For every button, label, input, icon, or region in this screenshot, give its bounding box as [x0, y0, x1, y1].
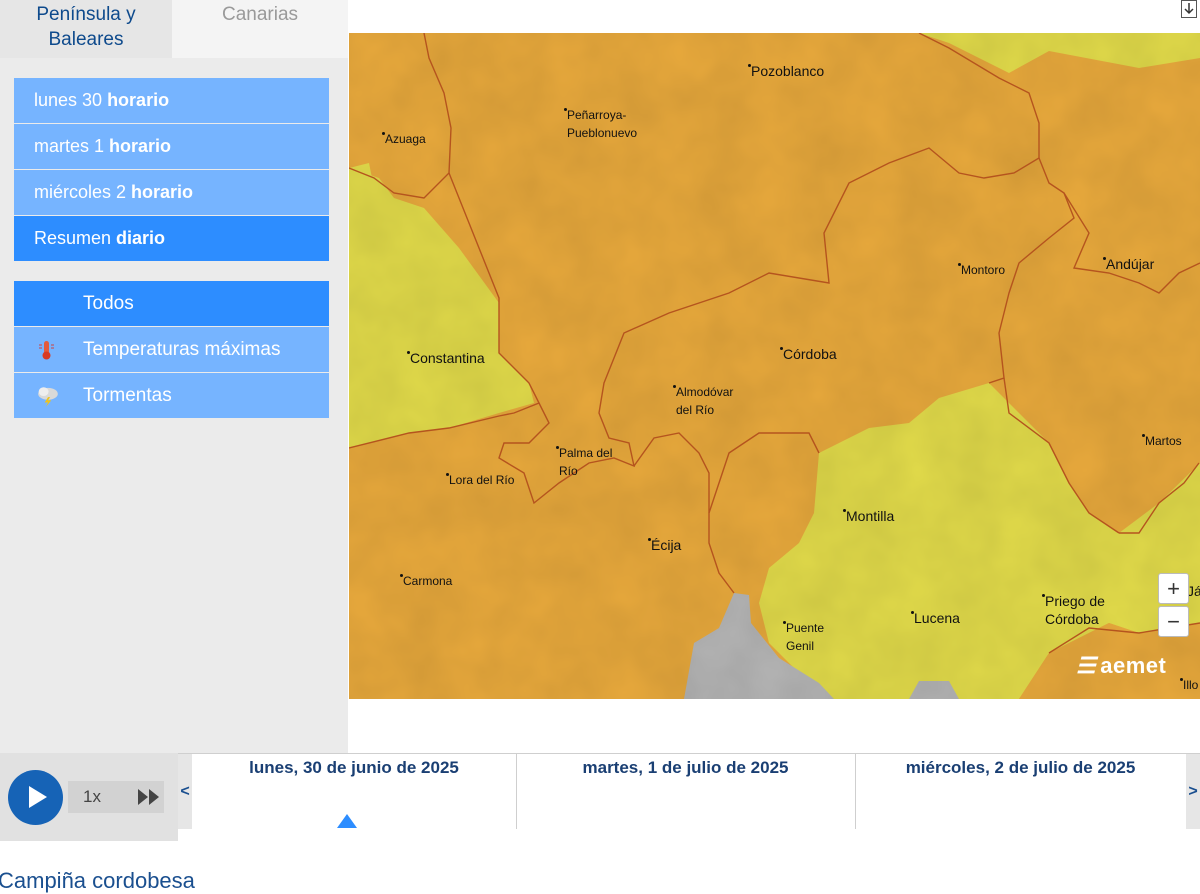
- timeline-day-3[interactable]: miércoles, 2 de julio de 2025: [855, 754, 1186, 829]
- place-label-puente-genil: Puente Genil: [782, 619, 825, 655]
- place-name: Azuaga: [385, 132, 426, 146]
- left-panel: lunes 30 horario martes 1 horario miérco…: [0, 58, 348, 753]
- tab-peninsula-label: Península y Baleares: [36, 2, 135, 52]
- place-label-lucena: Lucena: [911, 609, 960, 627]
- tab-canarias[interactable]: Canarias: [172, 0, 348, 58]
- place-name-line2: Río: [559, 464, 578, 478]
- timeline-current-marker[interactable]: [337, 814, 357, 828]
- timeline-day-label: miércoles, 2 de julio de 2025: [905, 758, 1136, 777]
- place-label-palma-del-rio: Palma del Río: [555, 444, 613, 480]
- timeline-prev-button[interactable]: <: [178, 754, 192, 829]
- timeline-day-label: martes, 1 de julio de 2025: [582, 758, 789, 777]
- place-name-line2: del Río: [676, 403, 715, 417]
- place-name: Illo: [1183, 678, 1199, 692]
- day-button-label: Resumen: [34, 228, 112, 248]
- place-name: Andújar: [1106, 256, 1155, 272]
- place-label-cordoba: Córdoba: [780, 345, 837, 363]
- place-name-line2: Genil: [786, 639, 815, 653]
- zone-title: Campiña cordobesa: [0, 868, 195, 893]
- storm-cloud-icon: [38, 387, 58, 407]
- timeline-day-2[interactable]: martes, 1 de julio de 2025: [516, 754, 855, 829]
- tab-peninsula-line2: Baleares: [48, 29, 124, 50]
- filter-label: Todos: [83, 292, 134, 314]
- day-button-mode: horario: [131, 182, 194, 202]
- zoom-out-label: −: [1167, 609, 1180, 634]
- place-label-martos: Martos: [1142, 432, 1182, 450]
- speed-label: 1x: [83, 787, 101, 806]
- timeline-prev-label: <: [180, 782, 190, 800]
- tab-peninsula-baleares[interactable]: Península y Baleares: [0, 0, 172, 58]
- day-button-label: lunes 30: [34, 90, 103, 110]
- timeline-next-button[interactable]: >: [1186, 754, 1200, 829]
- filter-temperaturas-maximas[interactable]: Temperaturas máximas: [14, 327, 329, 372]
- day-button-martes[interactable]: martes 1 horario: [14, 124, 329, 169]
- aemet-logo-mark-icon: ☰: [1076, 653, 1097, 678]
- day-button-mode: diario: [116, 228, 166, 248]
- place-name: Lucena: [914, 610, 960, 626]
- place-label-azuaga: Azuaga: [382, 130, 426, 148]
- place-name: Lora del Río: [449, 473, 515, 487]
- filter-label: Temperaturas máximas: [83, 338, 281, 360]
- place-name-line2: Córdoba: [1045, 611, 1099, 627]
- place-name-line2: Pueblonuevo: [567, 126, 638, 140]
- place-name: Almodóvar: [676, 385, 734, 399]
- place-label-constantina: Constantina: [407, 349, 485, 367]
- place-name: Constantina: [410, 350, 485, 366]
- play-button[interactable]: [8, 770, 63, 825]
- filter-todos[interactable]: Todos: [14, 281, 329, 326]
- place-name: Peñarroya-: [567, 108, 627, 122]
- filter-label: Tormentas: [83, 384, 172, 406]
- place-name: Córdoba: [783, 346, 837, 362]
- place-name: Priego de: [1045, 593, 1105, 609]
- place-label-montilla: Montilla: [842, 507, 895, 525]
- fast-forward-icon[interactable]: [138, 789, 160, 805]
- place-label-almodovar: Almodóvar del Río: [672, 383, 734, 419]
- place-label-montoro: Montoro: [957, 261, 1006, 279]
- tab-peninsula-line1: Península y: [36, 4, 136, 25]
- place-name: Puente: [786, 621, 825, 635]
- tab-canarias-label: Canarias: [221, 4, 299, 25]
- place-label-pozoblanco: Pozoblanco: [747, 62, 825, 80]
- place-label-illo: Illo: [1179, 676, 1199, 694]
- place-name: Martos: [1145, 434, 1182, 448]
- day-button-resumen[interactable]: Resumen diario: [14, 216, 329, 261]
- date-timeline: < lunes, 30 de junio de 2025 martes, 1 d…: [178, 753, 1200, 829]
- place-name: Montilla: [846, 508, 895, 524]
- zoom-out-button[interactable]: −: [1158, 606, 1189, 637]
- place-name: Pozoblanco: [751, 63, 825, 79]
- place-name: Écija: [651, 537, 682, 553]
- aemet-logo: ☰ aemet: [1076, 653, 1166, 679]
- zoom-in-label: +: [1167, 576, 1180, 601]
- place-label-lora-del-rio: Lora del Río: [445, 471, 515, 489]
- day-button-miercoles[interactable]: miércoles 2 horario: [14, 170, 329, 215]
- player-controls: 1x: [0, 753, 178, 841]
- place-name: Carmona: [403, 574, 453, 588]
- zoom-in-button[interactable]: +: [1158, 573, 1189, 604]
- place-label-andujar: Andújar: [1102, 255, 1155, 273]
- place-name: Palma del: [559, 446, 613, 460]
- day-button-label: martes 1: [34, 136, 105, 156]
- speed-control[interactable]: 1x: [68, 781, 164, 813]
- timeline-day-label: lunes, 30 de junio de 2025: [249, 758, 459, 777]
- filter-tormentas[interactable]: Tormentas: [14, 373, 329, 418]
- day-button-mode: horario: [107, 90, 170, 110]
- place-label-priego: Priego de Córdoba: [1042, 592, 1105, 628]
- place-label-carmona: Carmona: [399, 572, 453, 590]
- day-button-lunes[interactable]: lunes 30 horario: [14, 78, 329, 123]
- place-name: Montoro: [961, 263, 1006, 277]
- download-icon[interactable]: [1181, 0, 1197, 18]
- day-button-label: miércoles 2: [34, 182, 127, 202]
- timeline-next-label: >: [1188, 782, 1198, 800]
- warning-map[interactable]: Pozoblanco Peñarroya- Pueblonuevo Azuaga …: [349, 33, 1200, 699]
- day-button-mode: horario: [109, 136, 172, 156]
- place-label-ecija: Écija: [647, 536, 682, 554]
- aemet-logo-text: aemet: [1100, 653, 1167, 678]
- place-label-penarroya: Peñarroya- Pueblonuevo: [563, 106, 638, 142]
- thermometer-icon: [39, 341, 54, 360]
